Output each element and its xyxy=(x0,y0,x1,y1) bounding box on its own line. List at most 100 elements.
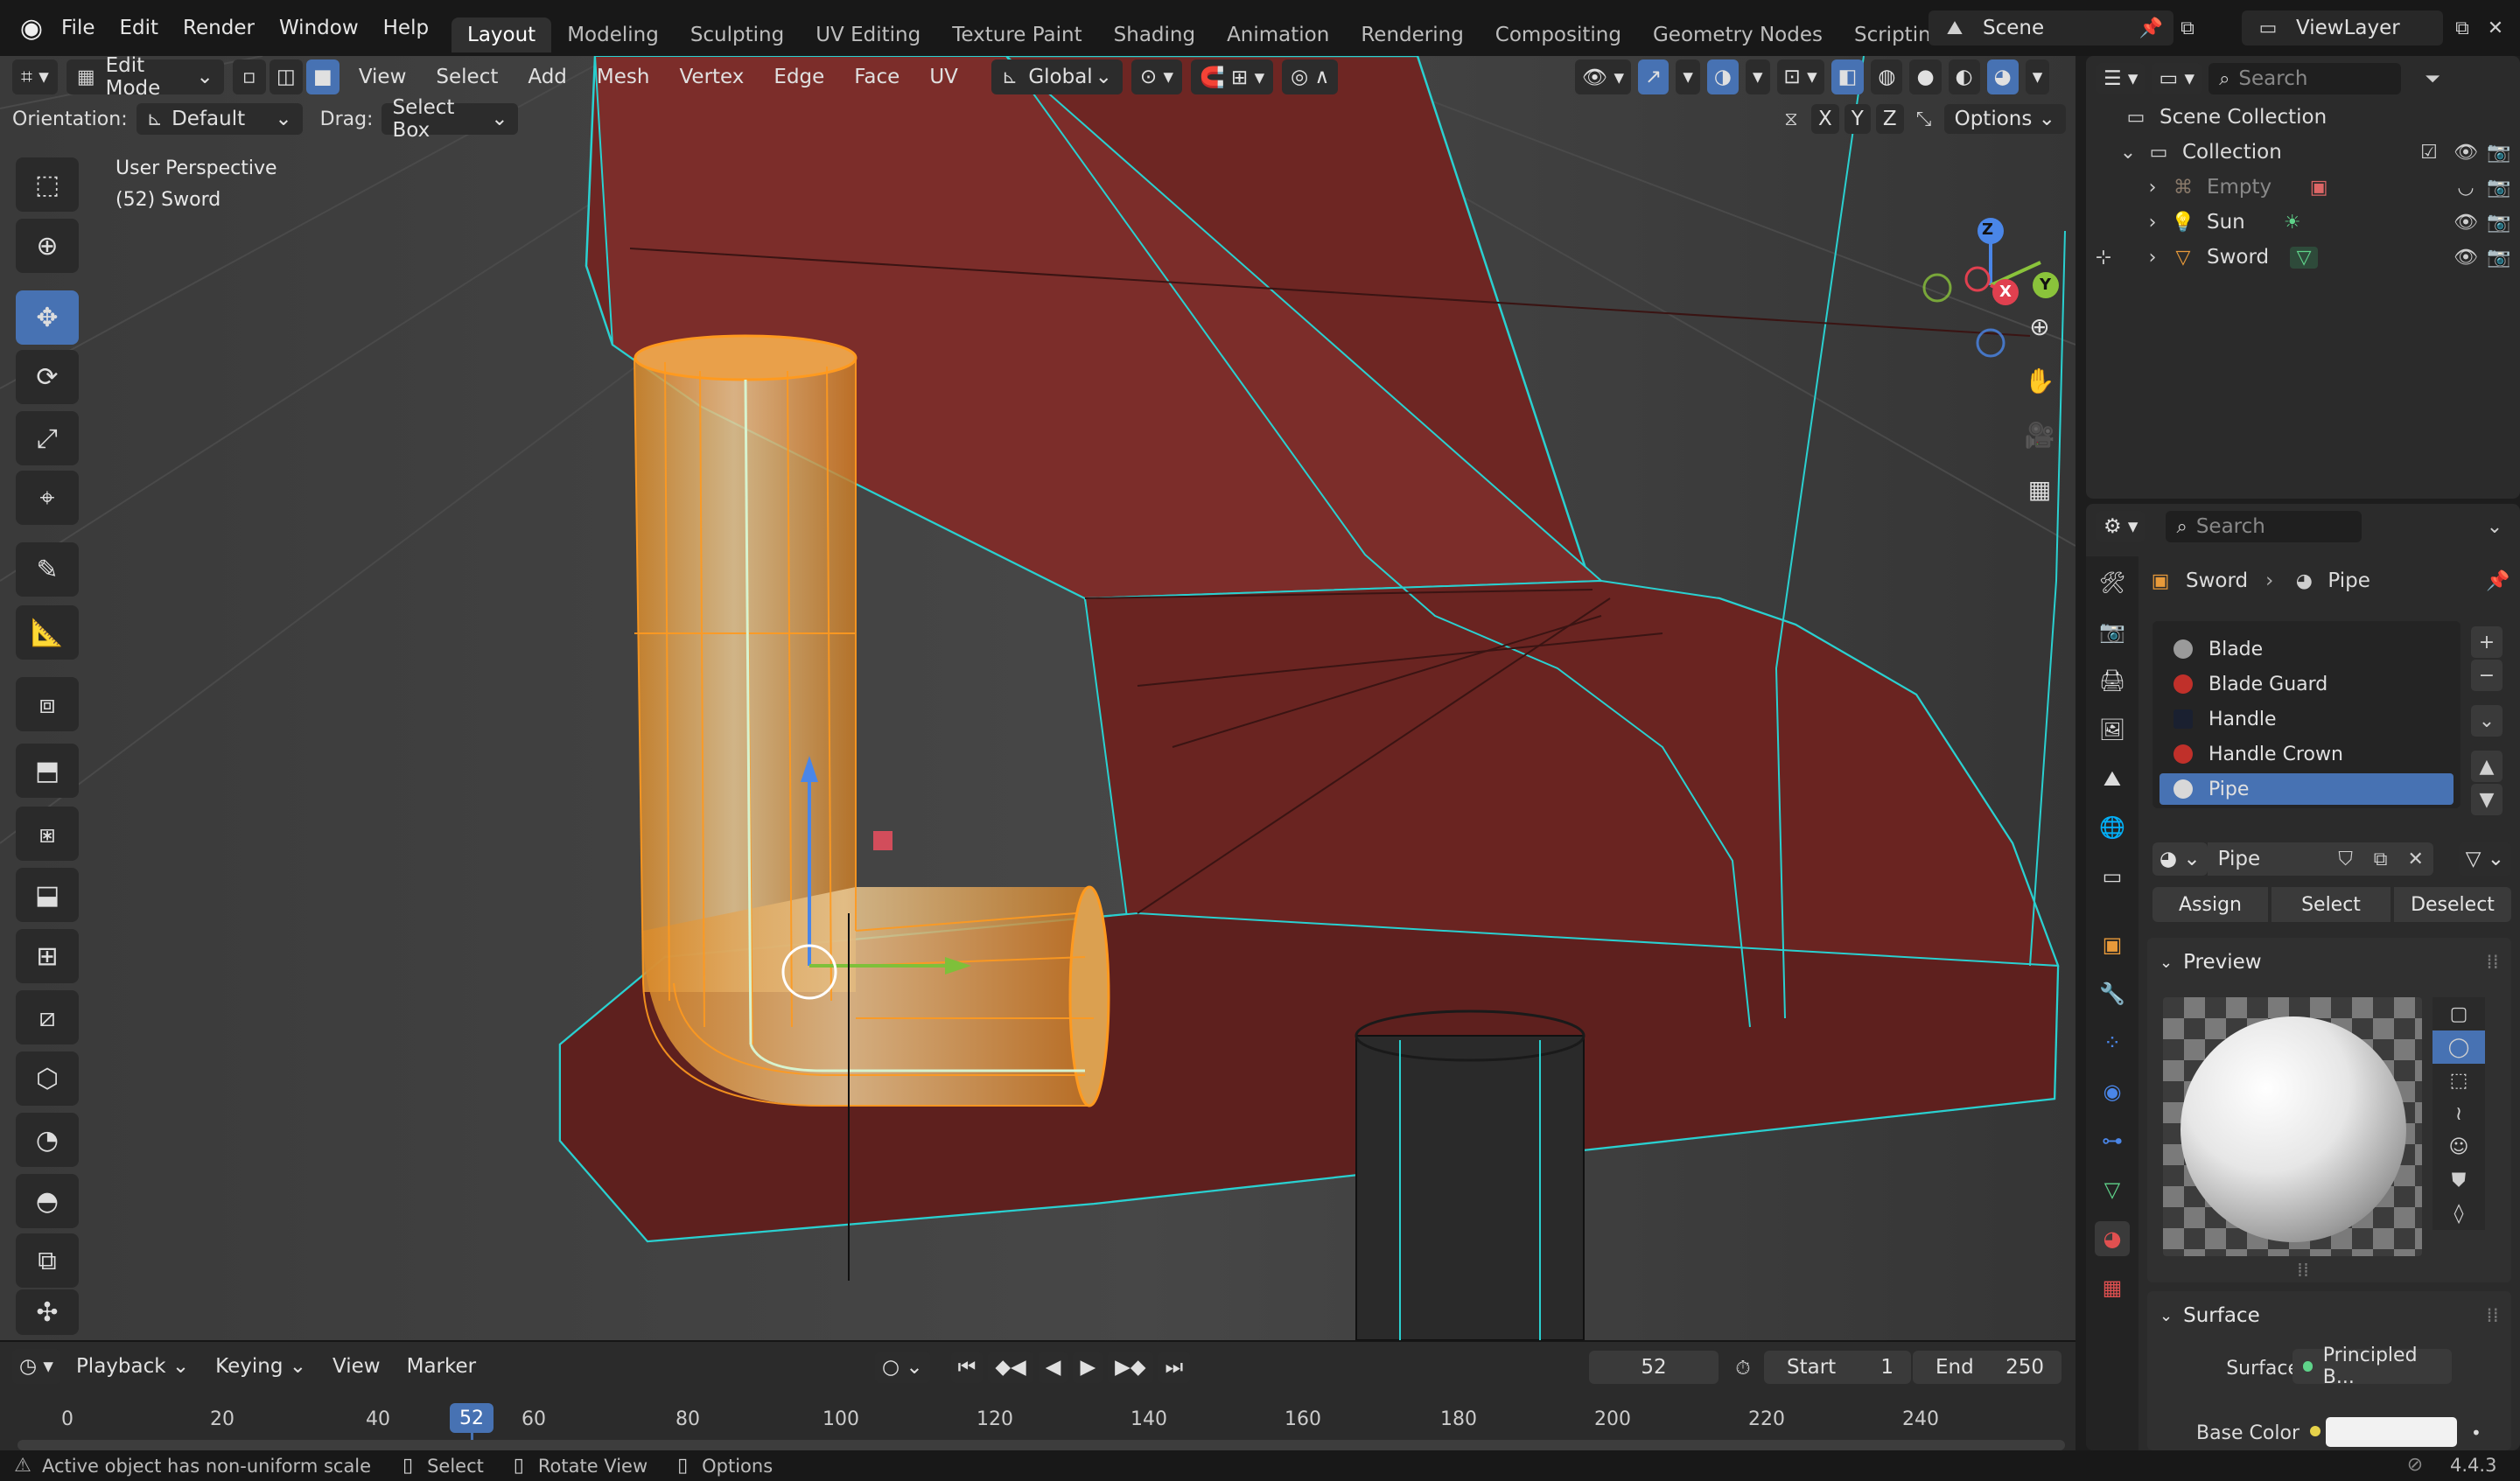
checkbox-icon[interactable]: ☑ xyxy=(2417,142,2441,164)
preview-panel-header[interactable]: ⌄ Preview ⁞⁞ xyxy=(2147,943,2511,982)
material-link-icon[interactable]: ▽ ⌄ xyxy=(2458,842,2511,876)
edit-mode-indicator-icon[interactable]: ⊹ xyxy=(2086,240,2121,275)
menu-view[interactable]: View xyxy=(348,59,417,94)
end-frame-field[interactable]: End 250 xyxy=(1913,1351,2062,1384)
chevron-down-icon[interactable]: ⌄ xyxy=(2482,516,2508,538)
auto-keying-icon[interactable]: ○ ⌄ xyxy=(875,1352,930,1383)
tab-uv-editing[interactable]: UV Editing xyxy=(800,17,936,52)
scene-tab-icon[interactable]: ⛰ xyxy=(2095,761,2130,796)
browse-material-icon[interactable]: ◕ ⌄ xyxy=(2152,842,2208,876)
collection-tab-icon[interactable]: ▭ xyxy=(2095,859,2130,894)
spin-tool-icon[interactable]: ◔ xyxy=(16,1113,79,1167)
transform-orientation-selector[interactable]: ⊾ Global ⌄ xyxy=(990,59,1123,94)
deselect-button[interactable]: Deselect xyxy=(2394,887,2511,922)
rotate-tool-icon[interactable]: ⟳ xyxy=(16,350,79,404)
new-scene-icon[interactable]: ⧉ xyxy=(2174,14,2202,42)
vertex-select-icon[interactable]: ▫ xyxy=(232,59,266,94)
tab-rendering[interactable]: Rendering xyxy=(1345,17,1479,52)
extrude-tool-icon[interactable]: ⬒ xyxy=(16,744,79,798)
surface-shader-field[interactable]: Principled B... xyxy=(2292,1345,2452,1388)
display-mode-icon[interactable]: ▭ ▾ xyxy=(2152,63,2202,94)
expand-chevron-icon[interactable]: › xyxy=(2142,247,2163,269)
play-reverse-icon[interactable]: ◀ xyxy=(1038,1352,1068,1383)
assign-button[interactable]: Assign xyxy=(2152,887,2268,922)
scale-tool-icon[interactable]: ⤢ xyxy=(16,411,79,465)
eye-icon[interactable]: 👁 xyxy=(2454,142,2478,164)
preview-fluid-icon[interactable]: ◊ xyxy=(2432,1197,2485,1230)
filter-icon[interactable]: ⏷ xyxy=(2415,68,2450,90)
pan-hand-icon[interactable]: ✋ xyxy=(2018,359,2062,402)
jump-start-icon[interactable]: ⏮ xyxy=(950,1352,984,1383)
knife-tool-icon[interactable]: ⧄ xyxy=(16,990,79,1044)
slot-specials-icon[interactable]: ⌄ xyxy=(2471,705,2502,737)
shading-dropdown-icon[interactable]: ▾ xyxy=(2025,59,2050,94)
preview-cloth-icon[interactable]: ⛊ xyxy=(2432,1163,2485,1197)
duplicate-material-icon[interactable]: ⧉ xyxy=(2362,842,2398,876)
eye-icon[interactable]: 👁 xyxy=(2454,247,2478,269)
eye-icon[interactable]: 👁 xyxy=(2454,212,2478,234)
outliner-row-sword[interactable]: › ▽ Sword ▽ 👁 📷 xyxy=(2086,240,2520,275)
tab-shading[interactable]: Shading xyxy=(1098,17,1211,52)
move-slot-down-icon[interactable]: ▼ xyxy=(2471,784,2502,815)
mesh-overlays-icon[interactable]: ⊡ ▾ xyxy=(1776,59,1824,94)
viewport-scene[interactable] xyxy=(0,56,2076,1340)
jump-end-icon[interactable]: ⏭ xyxy=(1158,1352,1191,1383)
start-frame-field[interactable]: Start 1 xyxy=(1764,1351,1911,1384)
particles-tab-icon[interactable]: ⁘ xyxy=(2095,1025,2130,1060)
pivot-point-icon[interactable]: ⊙ ▾ xyxy=(1130,59,1183,94)
move-slot-up-icon[interactable]: ▲ xyxy=(2471,751,2502,782)
select-box-tool-icon[interactable]: ⬚ xyxy=(16,157,79,212)
tab-animation[interactable]: Animation xyxy=(1211,17,1345,52)
frame-clock-icon[interactable]: ⏱ xyxy=(1727,1352,1759,1384)
blender-logo-icon[interactable]: ◉ xyxy=(14,10,49,45)
material-tab-icon[interactable]: ◕ xyxy=(2095,1221,2130,1256)
keyframe-dot-icon[interactable]: • xyxy=(2471,1422,2482,1443)
fake-user-shield-icon[interactable]: ⛉ xyxy=(2328,842,2363,876)
preview-plane-icon[interactable]: ▢ xyxy=(2432,997,2485,1030)
inset-tool-icon[interactable]: ⧆ xyxy=(16,807,79,861)
camera-icon[interactable]: 📷 xyxy=(2487,177,2511,199)
data-tab-icon[interactable]: ▽ xyxy=(2095,1172,2130,1207)
output-tab-icon[interactable]: 🖨 xyxy=(2095,663,2130,698)
timeline-scrollbar[interactable] xyxy=(18,1440,2065,1450)
rendered-shading-icon[interactable]: ◕ xyxy=(1986,59,2019,94)
material-slot-blade[interactable]: Blade xyxy=(2160,633,2454,665)
marker-menu[interactable]: Marker xyxy=(396,1349,487,1384)
texture-tab-icon[interactable]: ▦ xyxy=(2095,1270,2130,1305)
gizmo-dropdown-icon[interactable]: ▾ xyxy=(1676,59,1700,94)
measure-tool-icon[interactable]: 📐 xyxy=(16,605,79,660)
drag-setting-dropdown[interactable]: Select Box ⌄ xyxy=(382,96,519,142)
preview-cube-icon[interactable]: ⬚ xyxy=(2432,1064,2485,1097)
tool-tab-icon[interactable]: 🛠 xyxy=(2095,565,2130,600)
material-name-field[interactable]: Pipe xyxy=(2207,842,2328,876)
options-dropdown[interactable]: Options ⌄ xyxy=(1943,104,2066,134)
handle-cylinder[interactable] xyxy=(1354,1009,1586,1340)
remove-slot-icon[interactable]: − xyxy=(2471,660,2502,691)
new-viewlayer-icon[interactable]: ⧉ xyxy=(2448,14,2476,42)
timeline-view-menu[interactable]: View xyxy=(322,1349,391,1384)
keying-menu[interactable]: Keying ⌄ xyxy=(205,1349,317,1384)
outliner[interactable]: ☰ ▾ ▭ ▾ ⌕ Search ⏷ ▭ Scene Collection ⌄ … xyxy=(2086,56,2520,499)
camera-view-icon[interactable]: 🎥 xyxy=(2018,413,2062,457)
edge-select-icon[interactable]: ◫ xyxy=(269,59,303,94)
poly-build-tool-icon[interactable]: ⬡ xyxy=(16,1051,79,1106)
preview-hair-icon[interactable]: ≀ xyxy=(2432,1097,2485,1130)
material-slot-pipe[interactable]: Pipe xyxy=(2160,773,2454,805)
outliner-row-sun[interactable]: › 💡 Sun ☀ 👁 📷 xyxy=(2086,205,2520,240)
timeline-ruler[interactable]: 0 20 40 60 80 100 120 140 160 180 200 22… xyxy=(0,1391,2076,1452)
menu-edge[interactable]: Edge xyxy=(763,59,835,94)
menu-help[interactable]: Help xyxy=(371,9,441,47)
physics-tab-icon[interactable]: ◉ xyxy=(2095,1074,2130,1109)
transform-tool-icon[interactable]: ⌖ xyxy=(16,471,79,525)
gizmo-toggle-icon[interactable]: ↗ xyxy=(1638,59,1670,94)
camera-icon[interactable]: 📷 xyxy=(2487,142,2511,164)
overlays-toggle-icon[interactable]: ◑ xyxy=(1706,59,1739,94)
timeline-editor-icon[interactable]: ◷ ▾ xyxy=(12,1349,60,1384)
menu-vertex[interactable]: Vertex xyxy=(668,59,754,94)
rip-tool-icon[interactable]: ✣ xyxy=(16,1289,79,1335)
tab-sculpting[interactable]: Sculpting xyxy=(675,17,800,52)
next-keyframe-icon[interactable]: ▶◆ xyxy=(1108,1352,1153,1383)
wireframe-shading-icon[interactable]: ◍ xyxy=(1871,59,1903,94)
face-select-icon[interactable]: ■ xyxy=(305,59,340,94)
drag-handle-icon[interactable]: ⁞⁞ xyxy=(2486,951,2499,974)
